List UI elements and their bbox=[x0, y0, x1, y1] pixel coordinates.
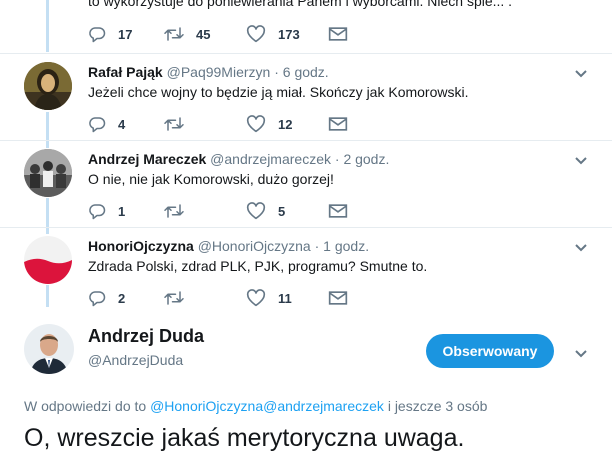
tweet-top[interactable]: to wykorzystuje do poniewierania Panem i… bbox=[0, 0, 612, 52]
retweet-count: 45 bbox=[196, 26, 211, 42]
reply-tweet[interactable]: HonoriOjczyzna @HonoriOjczyzna · 1 godz.… bbox=[0, 228, 612, 314]
chevron-down-icon[interactable] bbox=[574, 66, 588, 84]
like-button[interactable]: 173 bbox=[246, 24, 300, 44]
like-icon bbox=[246, 202, 266, 220]
like-count: 173 bbox=[278, 26, 300, 42]
reply-icon bbox=[88, 115, 106, 133]
tweet-text: to wykorzystuje do poniewierania Panem i… bbox=[88, 0, 513, 9]
like-count: 5 bbox=[278, 203, 286, 219]
tweet-actions: 2 11 bbox=[88, 288, 358, 308]
author-handle[interactable]: @AndrzejDuda bbox=[88, 352, 183, 368]
like-count: 12 bbox=[278, 116, 293, 132]
dm-icon bbox=[328, 116, 348, 132]
tweet-actions: 1 5 bbox=[88, 201, 358, 221]
chevron-down-icon[interactable] bbox=[574, 240, 588, 258]
reply-icon bbox=[88, 25, 106, 43]
dm-icon bbox=[328, 203, 348, 219]
dm-button[interactable] bbox=[328, 201, 348, 221]
tweet-text: Jeżeli chce wojny to będzie ją miał. Sko… bbox=[88, 84, 469, 100]
reply-icon bbox=[88, 202, 106, 220]
follow-button[interactable]: Obserwowany bbox=[426, 334, 554, 368]
tweet-header: Rafał Pająk @Paq99Mierzyn · 6 godz. bbox=[88, 64, 329, 80]
retweet-icon bbox=[164, 25, 184, 43]
author-name[interactable]: Andrzej Duda bbox=[88, 326, 204, 347]
reply-count: 17 bbox=[118, 26, 133, 42]
reply-tweet[interactable]: Andrzej Mareczek @andrzejmareczek · 2 go… bbox=[0, 141, 612, 227]
like-icon bbox=[246, 25, 266, 43]
avatar[interactable] bbox=[24, 324, 74, 374]
tweet-header: Andrzej Mareczek @andrzejmareczek · 2 go… bbox=[88, 151, 389, 167]
like-button[interactable]: 12 bbox=[246, 114, 292, 134]
retweet-button[interactable]: 45 bbox=[164, 24, 210, 44]
reply-count: 1 bbox=[118, 203, 126, 219]
tweet-text: Zdrada Polski, zdrad PLK, PJK, programu?… bbox=[88, 258, 428, 274]
retweet-button[interactable] bbox=[164, 288, 196, 308]
separator-dot: · bbox=[274, 64, 279, 80]
tweet-time[interactable]: 6 godz. bbox=[283, 64, 329, 80]
dm-icon bbox=[328, 26, 348, 42]
dm-button[interactable] bbox=[328, 114, 348, 134]
reply-count: 4 bbox=[118, 116, 126, 132]
retweet-icon bbox=[164, 202, 184, 220]
separator-dot: · bbox=[334, 151, 340, 167]
reply-button[interactable]: 1 bbox=[88, 201, 125, 221]
retweet-icon bbox=[164, 115, 184, 133]
avatar[interactable] bbox=[24, 62, 72, 110]
dm-button[interactable] bbox=[328, 288, 348, 308]
tweet-actions: 17 45 173 bbox=[88, 24, 358, 44]
author-handle[interactable]: @andrzejmareczek bbox=[210, 151, 331, 167]
author-handle[interactable]: @Paq99Mierzyn bbox=[167, 64, 271, 80]
reply-tweet[interactable]: Rafał Pająk @Paq99Mierzyn · 6 godz. Jeże… bbox=[0, 54, 612, 140]
dm-button[interactable] bbox=[328, 24, 348, 44]
retweet-button[interactable] bbox=[164, 201, 196, 221]
tweet-time[interactable]: 2 godz. bbox=[343, 151, 389, 167]
reply-button[interactable]: 17 bbox=[88, 24, 132, 44]
mention-link[interactable]: @andrzejmareczek bbox=[263, 398, 384, 414]
chevron-down-icon[interactable] bbox=[574, 153, 588, 171]
tweet-text: O, wreszcie jakaś merytoryczna uwaga. bbox=[24, 424, 465, 452]
like-button[interactable]: 5 bbox=[246, 201, 285, 221]
tweet-actions: 4 12 bbox=[88, 114, 358, 134]
author-name[interactable]: Rafał Pająk bbox=[88, 64, 163, 80]
reply-button[interactable]: 4 bbox=[88, 114, 125, 134]
like-count: 11 bbox=[278, 290, 292, 306]
reply-prefix: W odpowiedzi do to bbox=[24, 398, 147, 414]
author-name[interactable]: HonoriOjczyzna bbox=[88, 238, 194, 254]
tweet-text: O nie, nie jak Komorowski, dużo gorzej! bbox=[88, 171, 334, 187]
retweet-icon bbox=[164, 289, 184, 307]
author-handle[interactable]: @HonoriOjczyzna bbox=[198, 238, 311, 254]
dm-icon bbox=[328, 290, 348, 306]
main-tweet: Andrzej Duda @AndrzejDuda Obserwowany W … bbox=[0, 314, 612, 460]
avatar[interactable] bbox=[24, 149, 72, 197]
chevron-down-icon[interactable] bbox=[574, 346, 588, 364]
reply-button[interactable]: 2 bbox=[88, 288, 125, 308]
avatar[interactable] bbox=[24, 236, 72, 284]
reply-context: W odpowiedzi do to @HonoriOjczyzna@andrz… bbox=[24, 398, 487, 414]
tweet-time[interactable]: 1 godz. bbox=[323, 238, 369, 254]
tweet-header: HonoriOjczyzna @HonoriOjczyzna · 1 godz. bbox=[88, 238, 369, 254]
like-button[interactable]: 11 bbox=[246, 288, 292, 308]
reply-count: 2 bbox=[118, 290, 126, 306]
reply-suffix: i jeszcze 3 osób bbox=[387, 398, 488, 414]
like-icon bbox=[246, 289, 266, 307]
author-name[interactable]: Andrzej Mareczek bbox=[88, 151, 206, 167]
separator-dot: · bbox=[314, 238, 320, 254]
retweet-button[interactable] bbox=[164, 114, 196, 134]
reply-icon bbox=[88, 289, 106, 307]
like-icon bbox=[246, 115, 266, 133]
mention-link[interactable]: @HonoriOjczyzna bbox=[150, 398, 263, 414]
